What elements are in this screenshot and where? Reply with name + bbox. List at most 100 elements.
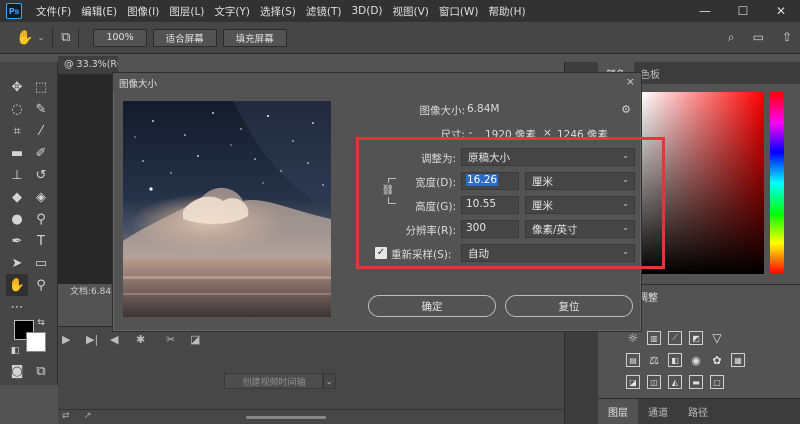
chevron-down-icon[interactable]: ⌄	[322, 373, 336, 389]
layers-panel-tabs: 图层 通道 路径	[598, 398, 800, 424]
transition-icon[interactable]: ◪	[190, 333, 200, 346]
more-tools-icon[interactable]: ⋯	[6, 296, 28, 318]
menu-bar: Ps 文件(F) 编辑(E) 图像(I) 图层(L) 文字(Y) 选择(S) 滤…	[0, 0, 800, 22]
image-size-dialog: 图像大小 × 图像大小: 6.84M ⚙ 尺寸: ⌄ 1920 像素 × 124…	[112, 72, 665, 332]
timeline-zoom-slider[interactable]	[246, 416, 326, 419]
vibrance-icon[interactable]: ▽	[710, 331, 724, 345]
menu-layer[interactable]: 图层(L)	[169, 4, 204, 19]
scroll-all-windows-icon[interactable]: ⧉	[61, 30, 70, 45]
reset-button[interactable]: 复位	[505, 295, 633, 317]
maximize-button[interactable]: ☐	[724, 4, 762, 18]
menu-window[interactable]: 窗口(W)	[439, 4, 479, 19]
color-lookup-icon[interactable]: ▦	[731, 353, 745, 367]
tab-paths[interactable]: 路径	[678, 404, 718, 419]
options-right: ⌕ ▭ ⇧	[728, 30, 792, 45]
menu-help[interactable]: 帮助(H)	[489, 4, 526, 19]
eraser-tool-icon[interactable]: ◆	[6, 186, 28, 208]
hue-slider[interactable]	[770, 92, 784, 274]
workspace-icon[interactable]: ▭	[753, 30, 764, 45]
screen-mode-icon[interactable]: ⧉	[30, 360, 52, 382]
convert-icon[interactable]: ⇄	[62, 411, 70, 421]
clone-stamp-tool-icon[interactable]: ⊥	[6, 164, 28, 186]
menu-3d[interactable]: 3D(D)	[351, 5, 382, 17]
hand-tool-icon[interactable]: ✋	[6, 274, 28, 296]
quick-mask-icon[interactable]: ◙	[6, 360, 28, 382]
close-window-button[interactable]: ✕	[762, 4, 800, 18]
menu-edit[interactable]: 编辑(E)	[81, 4, 117, 19]
move-tool-icon[interactable]: ✥	[6, 76, 28, 98]
dodge-tool-icon[interactable]: ⚲	[30, 208, 52, 230]
swap-colors-icon[interactable]: ⇆	[34, 316, 48, 330]
black-white-icon[interactable]: ◧	[668, 353, 682, 367]
paint-bucket-tool-icon[interactable]: ◈	[30, 186, 52, 208]
lasso-tool-icon[interactable]: ◌	[6, 98, 28, 120]
pen-tool-icon[interactable]: ✒	[6, 230, 28, 252]
chevron-down-icon[interactable]: ⌄	[37, 33, 44, 42]
posterize-icon[interactable]: ◫	[647, 375, 661, 389]
menu-image[interactable]: 图像(I)	[127, 4, 159, 19]
options-bar: ✋ ⌄ ⧉ 100% 适合屏幕 填充屏幕 ⌕ ▭ ⇧	[0, 22, 800, 54]
history-brush-tool-icon[interactable]: ↺	[30, 164, 52, 186]
image-preview[interactable]	[123, 101, 331, 317]
zoom-100-button[interactable]: 100%	[93, 28, 147, 47]
ok-button[interactable]: 确定	[368, 295, 496, 317]
threshold-icon[interactable]: ◭	[668, 375, 682, 389]
crop-tool-icon[interactable]: ⌗	[6, 120, 28, 142]
adjustment-row-1: ☼ ▥ ⟋ ◩ ▽	[626, 331, 724, 345]
color-balance-icon[interactable]: ⚖	[647, 353, 661, 367]
fit-screen-button[interactable]: 适合屏幕	[152, 28, 217, 47]
rectangle-tool-icon[interactable]: ▭	[30, 252, 52, 274]
default-colors-icon[interactable]: ◧	[8, 344, 22, 358]
eyedropper-tool-icon[interactable]: ⁄	[30, 120, 52, 142]
path-select-tool-icon[interactable]: ➤	[6, 252, 28, 274]
selective-color-icon[interactable]: ▢	[710, 375, 724, 389]
search-icon[interactable]: ⌕	[728, 30, 735, 45]
split-icon[interactable]: ✂	[166, 333, 175, 346]
marquee-tool-icon[interactable]: ⬚	[30, 76, 52, 98]
image-size-value: 6.84M	[467, 103, 500, 115]
curves-icon[interactable]: ⟋	[668, 331, 682, 345]
menu-filter[interactable]: 滤镜(T)	[306, 4, 342, 19]
tab-channels[interactable]: 通道	[638, 404, 678, 419]
menu-file[interactable]: 文件(F)	[36, 4, 71, 19]
fill-screen-button[interactable]: 填充屏幕	[222, 28, 287, 47]
next-frame-icon[interactable]: ▶|	[86, 333, 98, 346]
levels-icon[interactable]: ▥	[647, 331, 661, 345]
chevron-down-icon[interactable]: ⌄	[467, 127, 474, 136]
close-icon[interactable]: ×	[626, 75, 635, 88]
minimize-button[interactable]: —	[686, 4, 724, 18]
brush-tool-icon[interactable]: ✐	[30, 142, 52, 164]
play-icon[interactable]: ▶	[62, 333, 70, 346]
create-video-timeline-button[interactable]: 创建视频时间轴	[224, 373, 324, 389]
document-tab[interactable]: @ 33.3%(RGB/8#)	[58, 56, 118, 74]
menu-view[interactable]: 视图(V)	[393, 4, 429, 19]
timeline-footer: ⇄ ↗	[58, 409, 596, 424]
healing-brush-tool-icon[interactable]: ▬	[6, 142, 28, 164]
blur-tool-icon[interactable]: ●	[6, 208, 28, 230]
settings-icon[interactable]: ✱	[136, 333, 145, 346]
hand-tool-icon[interactable]: ✋	[16, 30, 33, 46]
highlight-annotation-box	[356, 137, 665, 269]
hue-saturation-icon[interactable]: ▤	[626, 353, 640, 367]
share-icon[interactable]: ⇧	[782, 30, 792, 45]
divider	[52, 27, 54, 48]
audio-icon[interactable]: ◀	[110, 333, 118, 346]
dialog-title: 图像大小	[113, 73, 641, 91]
tools-panel: ✥ ⬚ ◌ ✎ ⌗ ⁄ ▬ ✐ ⊥ ↺ ◆ ◈ ● ⚲ ✒ T ➤ ▭ ✋ ⚲ …	[0, 62, 58, 385]
brightness-icon[interactable]: ☼	[626, 331, 640, 345]
tab-layers[interactable]: 图层	[598, 398, 638, 424]
gradient-map-icon[interactable]: ▬	[689, 375, 703, 389]
invert-icon[interactable]: ◪	[626, 375, 640, 389]
gear-icon[interactable]: ⚙	[621, 103, 631, 116]
zoom-tool-icon[interactable]: ⚲	[30, 274, 52, 296]
type-tool-icon[interactable]: T	[30, 230, 52, 252]
menu-type[interactable]: 文字(Y)	[214, 4, 250, 19]
share-icon[interactable]: ↗	[84, 411, 92, 421]
quick-select-tool-icon[interactable]: ✎	[30, 98, 52, 120]
exposure-icon[interactable]: ◩	[689, 331, 703, 345]
menu-select[interactable]: 选择(S)	[260, 4, 296, 19]
photo-filter-icon[interactable]: ◉	[689, 353, 703, 367]
background-color-swatch[interactable]	[26, 332, 46, 352]
channel-mixer-icon[interactable]: ✿	[710, 353, 724, 367]
photoshop-logo: Ps	[6, 3, 22, 19]
